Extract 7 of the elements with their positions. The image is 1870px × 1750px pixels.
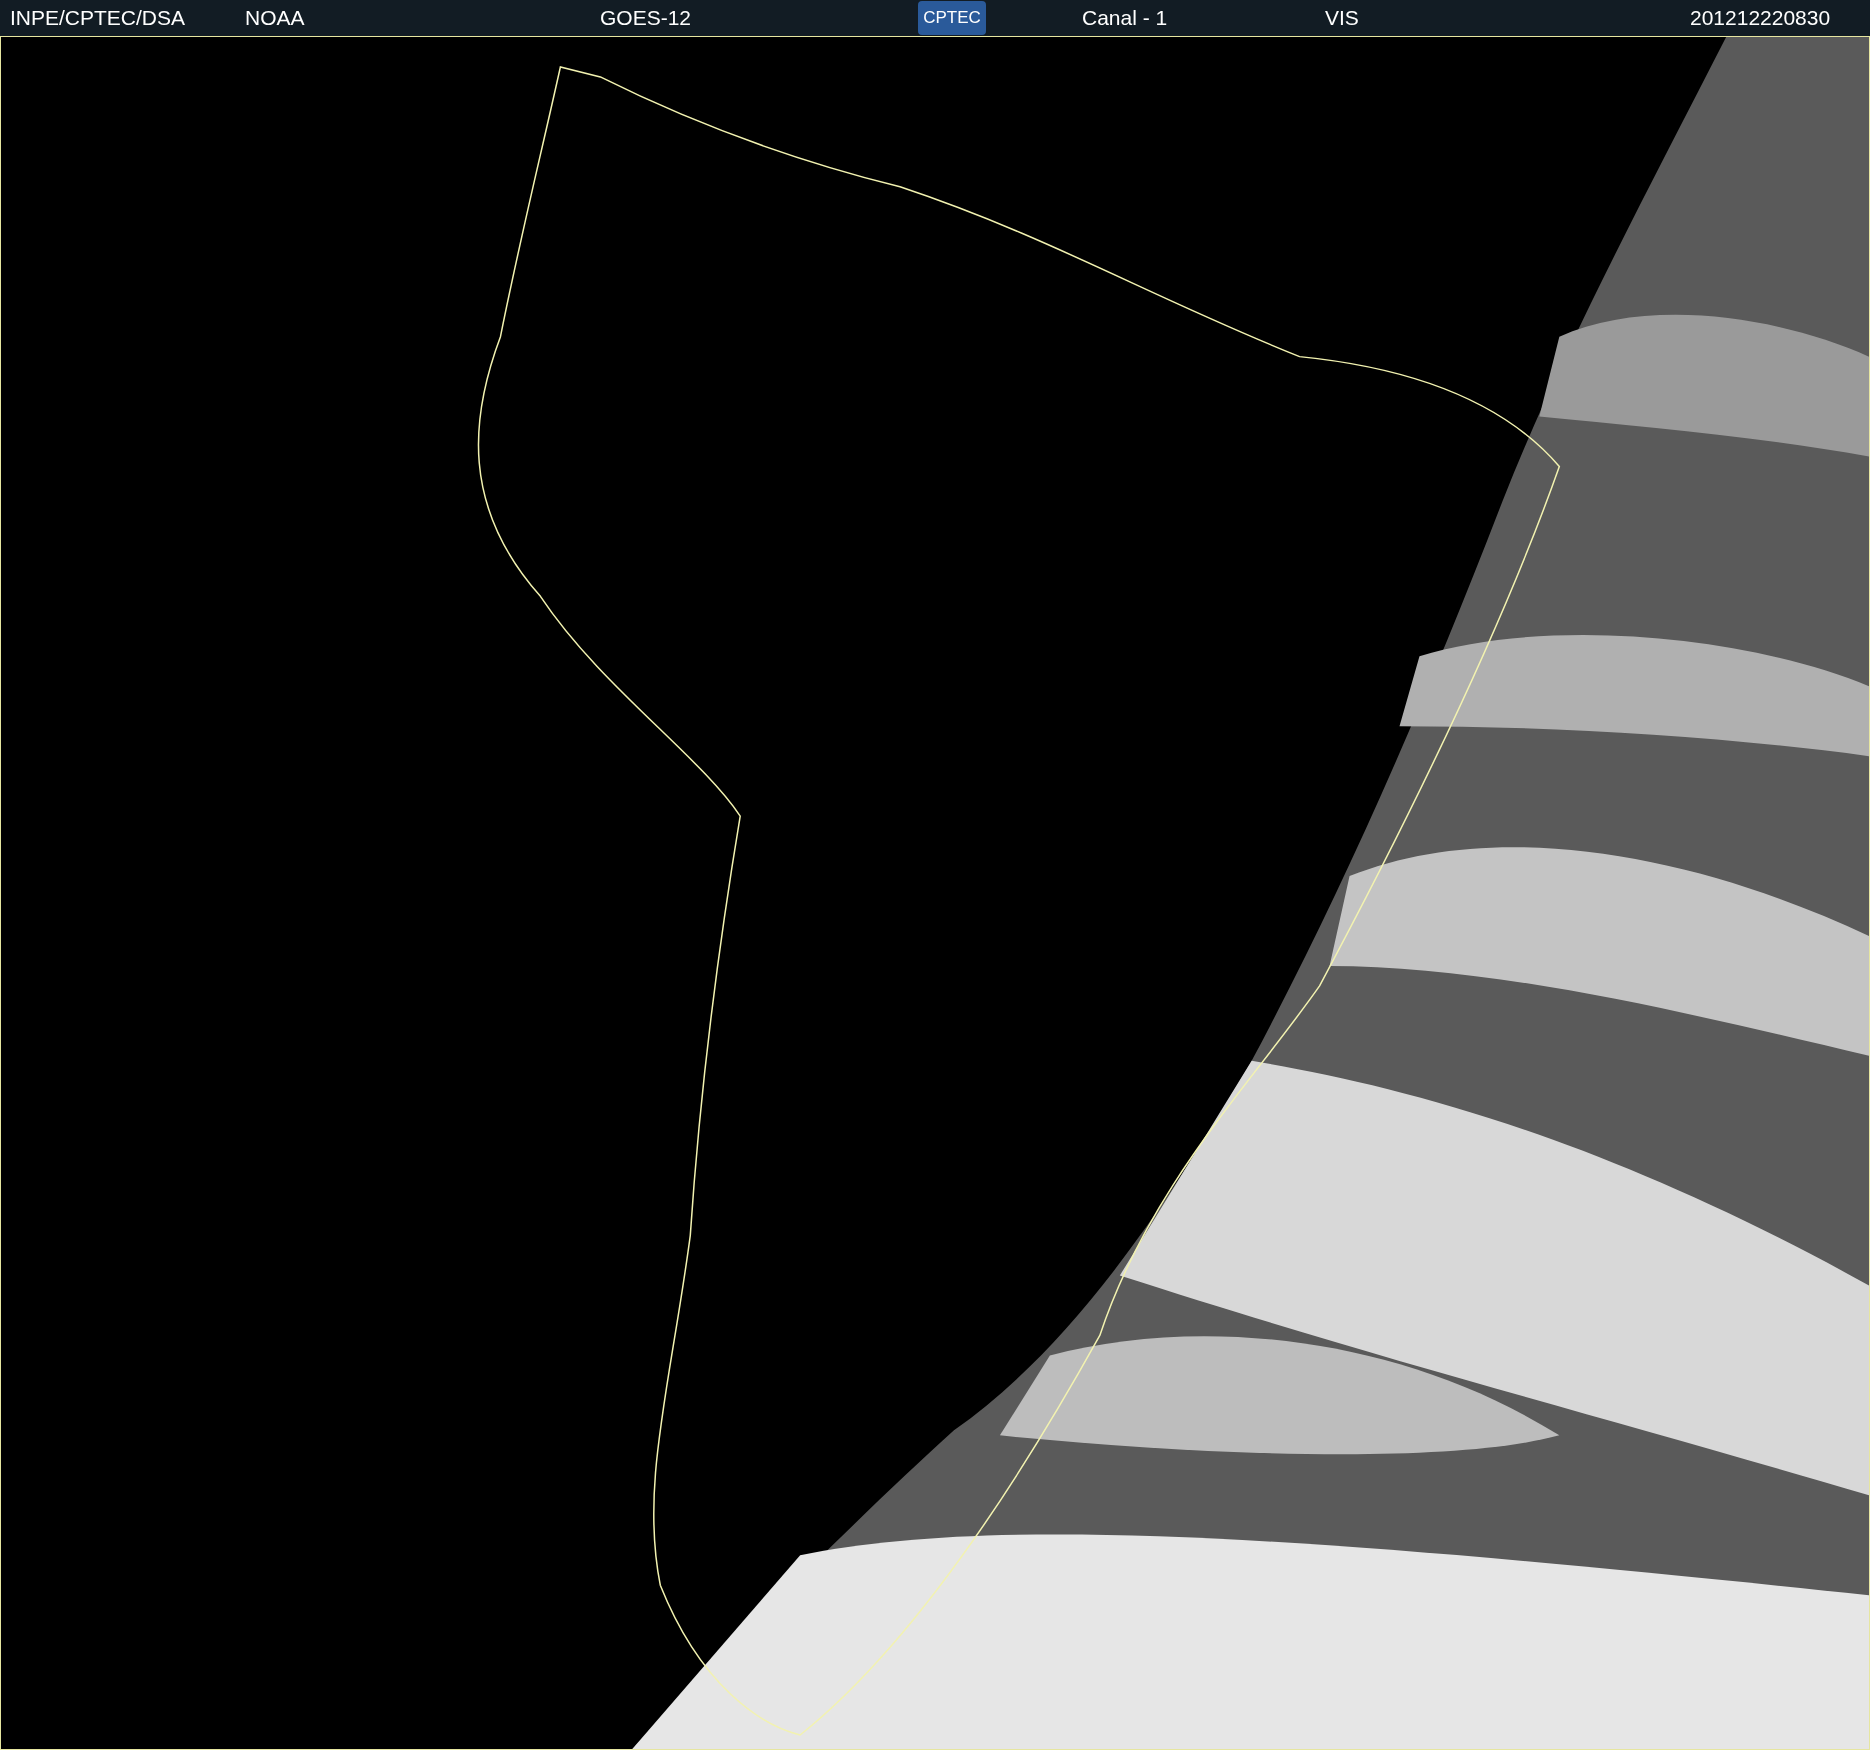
band-label: VIS xyxy=(1325,5,1360,32)
timestamp-label: 201212220830 xyxy=(1690,5,1831,32)
channel-label: Canal - 1 xyxy=(1082,5,1169,32)
logo: CPTEC xyxy=(918,1,986,35)
agency-label: NOAA xyxy=(245,5,306,32)
satellite-label: GOES-12 xyxy=(600,5,693,32)
source-label: INPE/CPTEC/DSA xyxy=(10,5,187,32)
